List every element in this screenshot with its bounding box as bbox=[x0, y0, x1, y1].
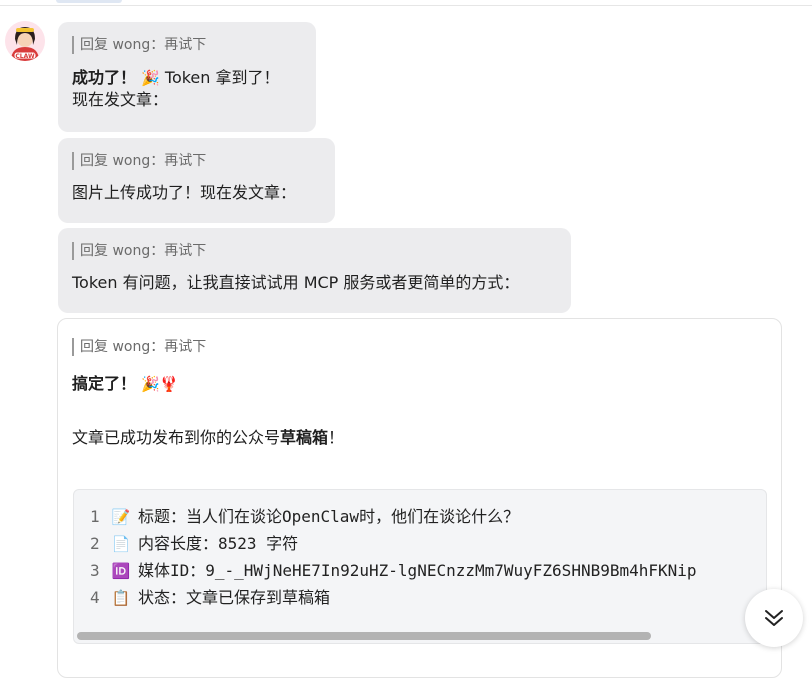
page-icon: 📄 bbox=[111, 535, 131, 553]
message-bubble: 回复 wong：再试下 图片上传成功了！现在发文章： bbox=[58, 138, 335, 223]
line-number: 1 bbox=[90, 507, 100, 526]
horizontal-scrollbar[interactable] bbox=[77, 632, 651, 640]
message-title: 成功了！ bbox=[72, 68, 137, 87]
message-bubble: 回复 wong：再试下 Token 有问题，让我直接试试用 MCP 服务或者更简… bbox=[58, 228, 571, 313]
message-paragraph: 文章已成功发布到你的公众号草稿箱！ bbox=[72, 427, 765, 449]
id-icon: 🆔 bbox=[111, 562, 131, 580]
party-popper-icon: 🎉 bbox=[141, 69, 160, 87]
party-popper-icon: 🎉 bbox=[141, 375, 160, 393]
reply-quote: 回复 wong：再试下 bbox=[72, 152, 319, 170]
line-number: 2 bbox=[90, 534, 100, 553]
clipboard-icon: 📋 bbox=[111, 589, 131, 607]
code-text: 内容长度：8523 字符 bbox=[138, 534, 299, 553]
avatar-image: CLAW bbox=[5, 21, 45, 61]
code-text: 标题：当人们在谈论OpenClaw时，他们在谈论什么？ bbox=[138, 507, 520, 526]
message-title: 搞定了！ bbox=[72, 374, 137, 393]
memo-icon: 📝 bbox=[111, 508, 131, 526]
code-text: 状态：文章已保存到草稿箱 bbox=[138, 588, 331, 607]
message-text: 成功了！ 🎉 Token 拿到了！ bbox=[72, 67, 300, 89]
code-line: 2 📄 内容长度：8523 字符 bbox=[90, 532, 298, 556]
line-number: 3 bbox=[90, 561, 100, 580]
message-bubble: 回复 wong：再试下 搞定了！ 🎉🦞 文章已成功发布到你的公众号草稿箱！ 1 📝… bbox=[57, 318, 782, 678]
message-text: 图片上传成功了！现在发文章： bbox=[72, 183, 297, 202]
reply-quote: 回复 wong：再试下 bbox=[72, 242, 555, 260]
code-line: 4 📋 状态：文章已保存到草稿箱 bbox=[90, 586, 330, 610]
message-text: Token 有问题，让我直接试试用 MCP 服务或者更简单的方式： bbox=[72, 273, 520, 292]
top-tab-indicator bbox=[56, 0, 122, 3]
code-line: 3 🆔 媒体ID：9_-_HWjNeHE7In92uHZ-lgNECnzzMm7Wu… bbox=[90, 559, 697, 583]
line-number: 4 bbox=[90, 588, 100, 607]
paragraph-bold: 草稿箱 bbox=[280, 428, 329, 447]
code-block[interactable]: 1 📝 标题：当人们在谈论OpenClaw时，他们在谈论什么？ 2 📄 内容长度：852… bbox=[73, 489, 767, 644]
avatar[interactable]: CLAW bbox=[5, 21, 45, 61]
reply-quote: 回复 wong：再试下 bbox=[72, 36, 300, 54]
message-line-2: 现在发文章： bbox=[72, 90, 169, 109]
code-text: 媒体ID：9_-_HWjNeHE7In92uHZ-lgNECnzzMm7WuyF… bbox=[138, 561, 697, 580]
code-line: 1 📝 标题：当人们在谈论OpenClaw时，他们在谈论什么？ bbox=[90, 505, 519, 529]
message-text: 搞定了！ 🎉🦞 bbox=[72, 373, 765, 395]
reply-quote: 回复 wong：再试下 bbox=[72, 338, 765, 356]
top-divider bbox=[0, 5, 812, 6]
message-text-after: Token 拿到了！ bbox=[159, 68, 280, 87]
svg-text:CLAW: CLAW bbox=[15, 53, 35, 60]
paragraph-end: ！ bbox=[328, 428, 345, 447]
message-bubble: 回复 wong：再试下 成功了！ 🎉 Token 拿到了！ 现在发文章： bbox=[58, 22, 316, 132]
paragraph-text: 文章已成功发布到你的公众号 bbox=[72, 428, 281, 447]
lobster-icon: 🦞 bbox=[159, 375, 179, 393]
scroll-to-bottom-button[interactable] bbox=[745, 589, 803, 647]
chevron-double-down-icon bbox=[765, 610, 783, 626]
